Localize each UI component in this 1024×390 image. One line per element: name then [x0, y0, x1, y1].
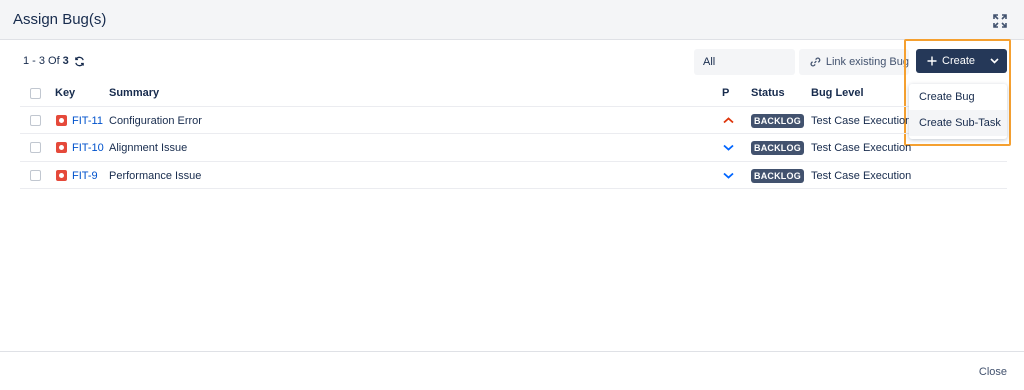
select-all-checkbox[interactable] [30, 87, 41, 99]
link-icon [810, 57, 821, 67]
bug-icon [56, 115, 67, 126]
priority-low-icon [723, 134, 734, 161]
create-button[interactable]: Create [916, 49, 1007, 73]
menu-item-label: Create Sub-Task [919, 117, 1001, 129]
pagination-of-label: Of [48, 55, 60, 67]
bug-level-value: Test Case Execution [811, 169, 912, 182]
pagination-range: 1 - 3 [23, 55, 46, 67]
table-row[interactable]: FIT-11 Configuration Error BACKLOG Test … [20, 106, 1007, 133]
link-existing-bug-button[interactable]: Link existing Bug [799, 49, 909, 75]
row-checkbox[interactable] [30, 170, 41, 181]
status-badge: BACKLOG [751, 168, 804, 183]
bug-level-value: Test Case Execution [811, 114, 912, 127]
create-dropdown-menu: Create Bug Create Sub-Task [909, 84, 1007, 139]
column-header-bug-level[interactable]: Bug Level [811, 80, 864, 106]
bug-level-value: Test Case Execution [811, 141, 912, 154]
priority-low-icon [723, 162, 734, 189]
link-existing-bug-label: Link existing Bug [825, 56, 909, 68]
table-row[interactable]: FIT-9 Performance Issue BACKLOG Test Cas… [20, 161, 1007, 188]
status-badge: BACKLOG [751, 140, 804, 155]
menu-item-create-bug[interactable]: Create Bug [909, 84, 1007, 110]
status-badge: BACKLOG [751, 113, 804, 128]
priority-high-icon [723, 107, 734, 134]
create-button-label: Create [942, 55, 976, 67]
issue-key-link[interactable]: FIT-11 [72, 115, 103, 127]
issue-key-link[interactable]: FIT-9 [72, 170, 98, 182]
expand-icon [993, 14, 1007, 28]
chevron-down-icon [990, 58, 999, 64]
expand-button[interactable] [989, 10, 1011, 32]
refresh-icon[interactable] [74, 56, 85, 67]
column-header-key[interactable]: Key [55, 80, 75, 106]
pagination-info: 1 - 3 Of 3 [23, 55, 85, 67]
column-header-status[interactable]: Status [751, 80, 785, 106]
issue-summary: Configuration Error [109, 114, 202, 127]
menu-item-create-sub-task[interactable]: Create Sub-Task [909, 110, 1007, 136]
menu-item-label: Create Bug [919, 91, 975, 103]
dialog-title: Assign Bug(s) [13, 11, 107, 28]
filter-select-value: All [703, 56, 716, 68]
row-checkbox[interactable] [30, 142, 41, 153]
column-header-summary[interactable]: Summary [109, 80, 159, 106]
header-select-all[interactable] [30, 80, 41, 106]
table-row[interactable]: FIT-10 Alignment Issue BACKLOG Test Case… [20, 133, 1007, 160]
issue-summary: Alignment Issue [109, 141, 188, 154]
filter-select[interactable]: All [694, 49, 795, 75]
dialog-footer: Close [0, 351, 1024, 390]
issue-summary: Performance Issue [109, 169, 202, 182]
close-button[interactable]: Close [979, 366, 1007, 378]
pagination-total: 3 [62, 55, 69, 67]
plus-icon [927, 56, 937, 66]
dialog-header: Assign Bug(s) [0, 0, 1024, 40]
bug-icon [56, 170, 67, 181]
bug-icon [56, 142, 67, 153]
table-divider [20, 188, 1007, 189]
issue-key-link[interactable]: FIT-10 [72, 142, 104, 154]
column-header-priority[interactable]: P [722, 80, 729, 106]
row-checkbox[interactable] [30, 115, 41, 126]
